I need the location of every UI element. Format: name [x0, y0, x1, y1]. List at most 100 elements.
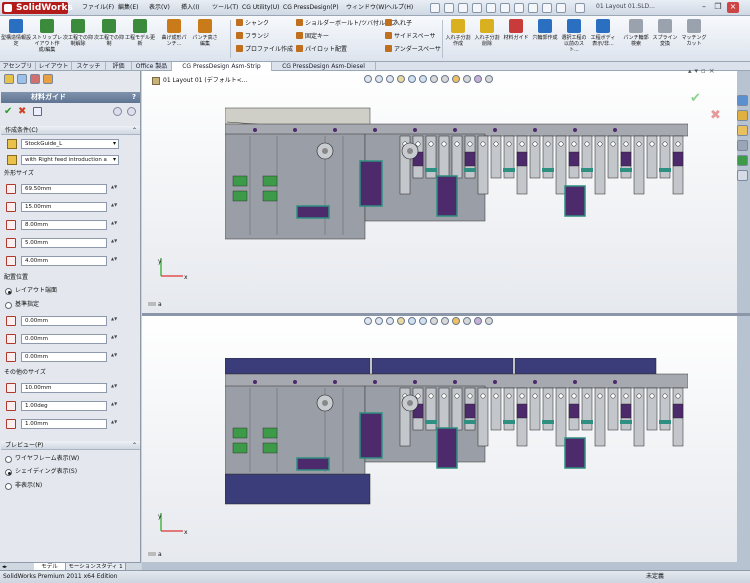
- view-orientation-icon[interactable]: [408, 75, 416, 83]
- placement_values-spinner-0[interactable]: ▲▼: [111, 316, 117, 326]
- upper-guide-plate-2[interactable]: [371, 358, 514, 375]
- confirm-cancel-icon[interactable]: ✖: [710, 108, 721, 123]
- small_col2-item-2[interactable]: パイロット配置: [296, 45, 347, 54]
- tab-layout[interactable]: レイアウト: [36, 62, 72, 71]
- punch-insert-9[interactable]: [516, 151, 528, 167]
- guide-pin-block-1[interactable]: [262, 427, 278, 439]
- ribbon-button2-8[interactable]: マッチングカット: [680, 19, 708, 59]
- placement_values-field-0[interactable]: 0.00mm: [21, 316, 107, 326]
- arrange-icon[interactable]: [556, 3, 566, 13]
- outer_values-field-3[interactable]: 5.00mm: [21, 238, 107, 248]
- small_col3-item-0[interactable]: 入れ子: [385, 19, 412, 28]
- save-icon[interactable]: [458, 3, 468, 13]
- guide-pin-block-3[interactable]: [262, 442, 278, 454]
- next-icon[interactable]: [127, 107, 136, 116]
- render-tools-icon[interactable]: [474, 75, 482, 83]
- tab-office[interactable]: Office 製品: [132, 62, 172, 71]
- punch-insert-17[interactable]: [620, 403, 632, 419]
- previous-icon[interactable]: [113, 107, 122, 116]
- edit-appearance-icon[interactable]: [441, 75, 449, 83]
- rebuild-icon[interactable]: [514, 3, 524, 13]
- confirm-ok-icon[interactable]: ✔: [690, 91, 701, 106]
- ribbon-button2-3[interactable]: 穴輪郭作成: [531, 19, 559, 59]
- apply-scene-icon[interactable]: [452, 317, 460, 325]
- menu-tools[interactable]: ツール(T): [212, 3, 238, 13]
- lower-guide-plate[interactable]: [225, 473, 371, 505]
- tree-flyout-item[interactable]: 01 Layout 01 (デフォルト<...: [163, 77, 247, 85]
- other_values-spinner-1[interactable]: ▲▼: [111, 401, 117, 411]
- ribbon-button-2[interactable]: 次工程での抑制解除: [63, 19, 93, 59]
- radio-layout-end[interactable]: [5, 288, 12, 295]
- punch-insert-21[interactable]: [672, 151, 684, 167]
- small_col1-item-1[interactable]: フランジ: [236, 32, 269, 41]
- ribbon-button-0[interactable]: 型構造情報設定: [1, 19, 31, 59]
- edit-appearance-icon[interactable]: [441, 317, 449, 325]
- cancel-icon[interactable]: ✖: [18, 106, 26, 117]
- menu-edit[interactable]: 編集(E): [118, 3, 138, 13]
- placement_values-field-1[interactable]: 0.00mm: [21, 334, 107, 344]
- guide-pin-block-2[interactable]: [232, 442, 248, 454]
- upper-guide-plate-3[interactable]: [514, 358, 657, 375]
- small_col3-item-1[interactable]: サイドスペーサ: [385, 32, 435, 41]
- appearances-icon[interactable]: [737, 155, 748, 166]
- guide-pin-block-0[interactable]: [232, 175, 248, 187]
- config-manager-icon[interactable]: [30, 74, 40, 84]
- tab-sketch[interactable]: スケッチ: [72, 62, 106, 71]
- section-conditions[interactable]: 作成条件(C) ⌃: [1, 126, 140, 135]
- menu-cg-utility[interactable]: CG Utility(U): [242, 3, 279, 13]
- previous-view-icon[interactable]: [386, 317, 394, 325]
- insert-block-0[interactable]: [359, 412, 383, 459]
- ribbon-button2-1[interactable]: 入れ子分割削除: [473, 19, 501, 59]
- outer_values-field-4[interactable]: 4.00mm: [21, 256, 107, 266]
- zoom-area-icon[interactable]: [375, 75, 383, 83]
- other_values-field-1[interactable]: 1.00deg: [21, 401, 107, 411]
- radio-hidden[interactable]: [5, 483, 12, 490]
- stock-guide-select[interactable]: StockGuide_L: [21, 139, 119, 149]
- other_values-field-0[interactable]: 10.00mm: [21, 383, 107, 393]
- tab-cg-asm-strip[interactable]: CG PressDesign Asm-Strip: [172, 62, 272, 71]
- hide-show-icon[interactable]: [430, 75, 438, 83]
- ribbon-button2-5[interactable]: 工程ボディ表示/非...: [589, 19, 617, 59]
- help-icon[interactable]: ?: [132, 92, 136, 103]
- cgp-logo-icon[interactable]: [575, 3, 585, 13]
- outer_values-field-1[interactable]: 15.00mm: [21, 202, 107, 212]
- more-tools-icon[interactable]: [485, 75, 493, 83]
- design-library-icon[interactable]: [737, 110, 748, 121]
- outer_values-field-0[interactable]: 69.50mm: [21, 184, 107, 194]
- zoom-area-icon[interactable]: [375, 317, 383, 325]
- punch-insert-5[interactable]: [464, 403, 476, 419]
- menu-view[interactable]: 表示(V): [149, 3, 170, 13]
- insert-block-3[interactable]: [564, 185, 586, 217]
- ribbon-button-3[interactable]: 次工程での抑制: [94, 19, 124, 59]
- minimize-icon[interactable]: –: [698, 2, 710, 13]
- punch-insert-17[interactable]: [620, 151, 632, 167]
- menu-window[interactable]: ウィンドウ(W): [346, 3, 387, 13]
- punch-insert-5[interactable]: [464, 151, 476, 167]
- insert-block-0[interactable]: [359, 160, 383, 207]
- ribbon-button-1[interactable]: ストリップレイアウト作成/編集: [32, 19, 62, 59]
- guide-pin-block-0[interactable]: [232, 427, 248, 439]
- print-icon[interactable]: [472, 3, 482, 13]
- view-palette-icon[interactable]: [737, 140, 748, 151]
- placement_values-field-2[interactable]: 0.00mm: [21, 352, 107, 362]
- other_values-spinner-2[interactable]: ▲▼: [111, 419, 117, 429]
- display-style-icon[interactable]: [419, 75, 427, 83]
- section-view-icon[interactable]: [397, 317, 405, 325]
- insert-block-2[interactable]: [296, 205, 330, 219]
- restore-icon[interactable]: ❐: [712, 2, 724, 13]
- close-icon[interactable]: ×: [727, 2, 739, 13]
- outer_values-spinner-1[interactable]: ▲▼: [111, 202, 117, 212]
- small_col2-item-1[interactable]: 固定キー: [296, 32, 329, 41]
- view-settings-icon[interactable]: [463, 75, 471, 83]
- new-icon[interactable]: [430, 3, 440, 13]
- viewport-window-controls-icon[interactable]: ▴▾▫×: [688, 67, 718, 75]
- hide-show-icon[interactable]: [430, 317, 438, 325]
- guide-pin-block-2[interactable]: [232, 190, 248, 202]
- tab-assembly[interactable]: アセンブリ: [0, 62, 36, 71]
- strip-layout-bottom[interactable]: [225, 358, 688, 506]
- outer_values-spinner-3[interactable]: ▲▼: [111, 238, 117, 248]
- ribbon-button2-6[interactable]: パンチ輪郭検索: [622, 19, 650, 59]
- apply-scene-icon[interactable]: [452, 75, 460, 83]
- menu-insert[interactable]: 挿入(I): [181, 3, 199, 13]
- select-icon[interactable]: [500, 3, 510, 13]
